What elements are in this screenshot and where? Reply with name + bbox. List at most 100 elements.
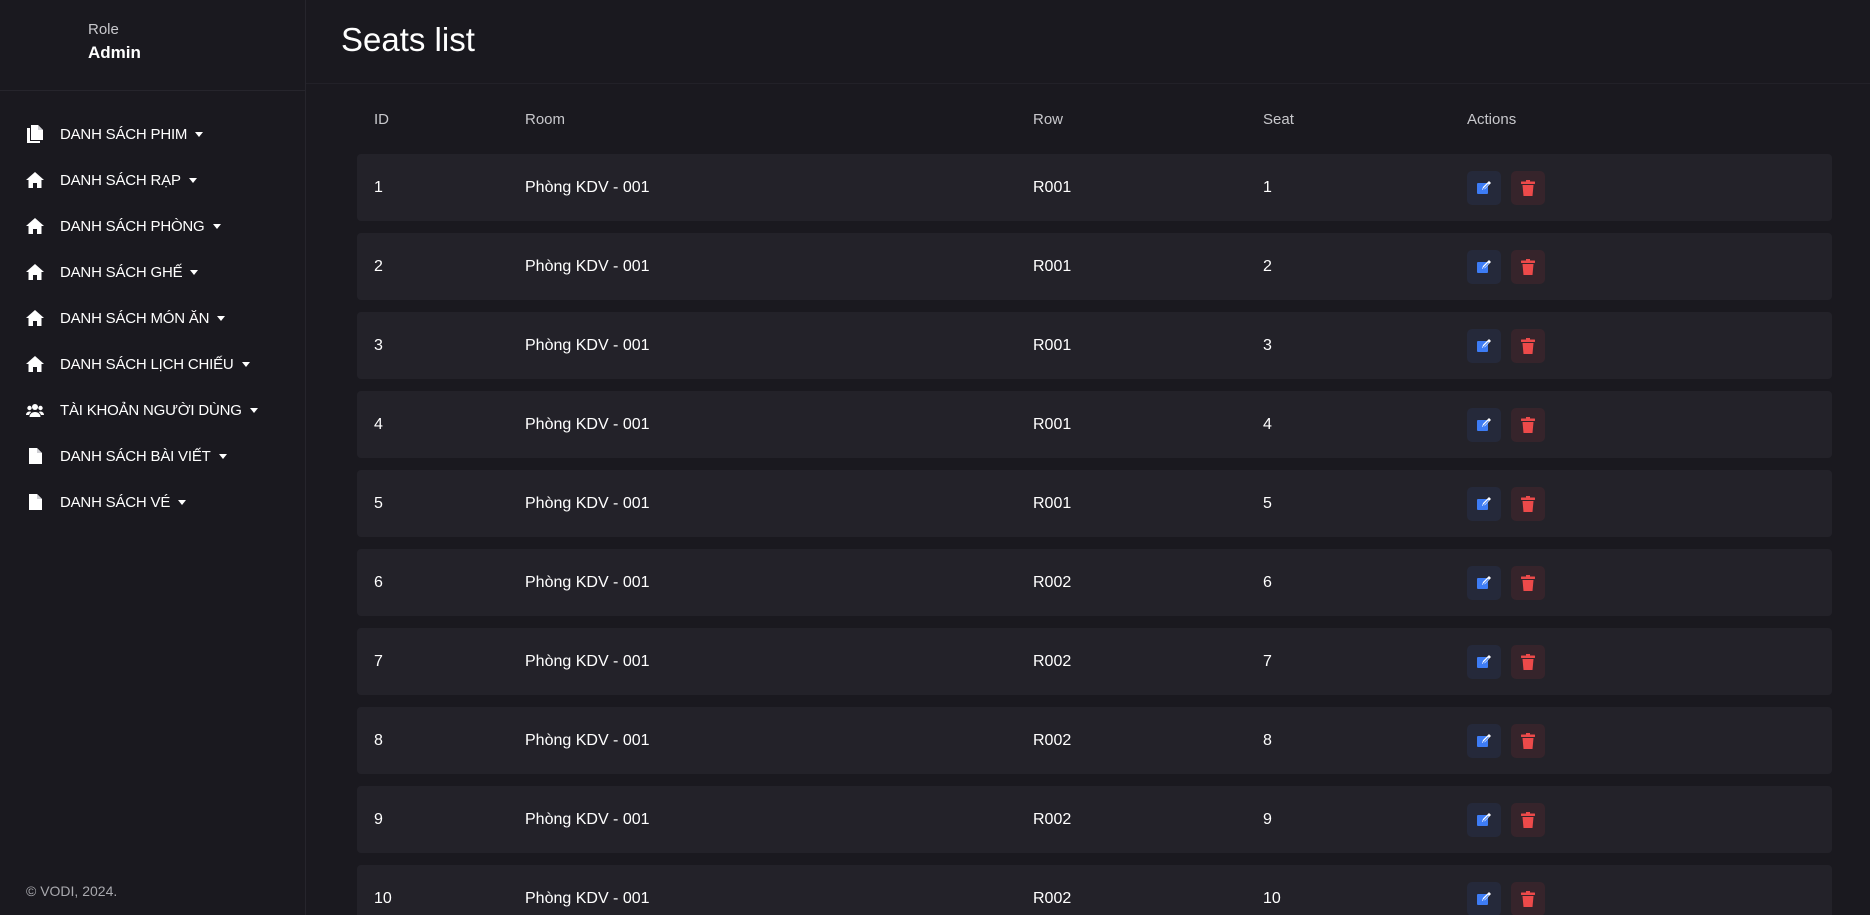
edit-icon (1476, 259, 1492, 275)
sidebar-item[interactable]: DANH SÁCH MÓN ĂN (0, 295, 305, 341)
cell-row: R001 (1033, 494, 1072, 512)
header-seat: Seat (1263, 110, 1294, 128)
sidebar-item[interactable]: DANH SÁCH PHIM (0, 111, 305, 157)
edit-button[interactable] (1467, 170, 1501, 205)
cell-id: 5 (374, 494, 383, 512)
home-icon (25, 216, 45, 236)
cell-id: 8 (374, 731, 383, 749)
delete-button[interactable] (1511, 881, 1545, 915)
table-row: 10 Phòng KDV - 001 R002 10 (357, 865, 1832, 915)
caret-down-icon (249, 407, 258, 413)
copyright-footer: © VODI, 2024. (26, 883, 118, 899)
cell-seat: 3 (1263, 336, 1272, 354)
edit-button[interactable] (1467, 486, 1501, 521)
sidebar-item-label: DANH SÁCH PHÒNG (60, 217, 205, 235)
sidebar-item-label: DANH SÁCH PHIM (60, 125, 188, 143)
sidebar-item-label: TÀI KHOẢN NGƯỜI DÙNG (60, 401, 242, 419)
role-name: Admin (88, 43, 141, 62)
cell-actions (1467, 644, 1832, 679)
cell-seat: 1 (1263, 178, 1272, 196)
sidebar-nav: DANH SÁCH PHIM DANH SÁCH RẠP DANH SÁCH PHÒ… (0, 91, 305, 525)
cell-row: R002 (1033, 731, 1072, 749)
page-header: Seats list (306, 0, 1870, 84)
seats-table: ID Room Row Seat Actions 1 Phòng KDV - 00… (306, 84, 1870, 915)
delete-button[interactable] (1511, 249, 1545, 284)
delete-button[interactable] (1511, 407, 1545, 442)
cell-row: R002 (1033, 889, 1072, 907)
edit-button[interactable] (1467, 881, 1501, 915)
cell-seat: 7 (1263, 652, 1272, 670)
delete-button[interactable] (1511, 170, 1545, 205)
sidebar-item-label: DANH SÁCH GHẾ (60, 263, 183, 281)
main-content: Seats list ID Room Row Seat Actions 1 Phò… (306, 0, 1870, 915)
edit-button[interactable] (1467, 249, 1501, 284)
cell-id: 1 (374, 178, 383, 196)
delete-button[interactable] (1511, 328, 1545, 363)
page-title: Seats list (341, 21, 475, 58)
role-caption: Role (88, 21, 119, 38)
edit-button[interactable] (1467, 407, 1501, 442)
table-row: 9 Phòng KDV - 001 R002 9 (357, 786, 1832, 853)
cell-id: 9 (374, 810, 383, 828)
edit-button[interactable] (1467, 802, 1501, 837)
edit-icon (1476, 733, 1492, 749)
caret-down-icon (190, 269, 199, 275)
edit-icon (1476, 812, 1492, 828)
trash-icon (1521, 495, 1535, 512)
edit-icon (1476, 417, 1492, 433)
sidebar-item-label: DANH SÁCH VÉ (60, 493, 171, 511)
sidebar-item-label: DANH SÁCH BÀI VIẾT (60, 447, 211, 465)
trash-icon (1521, 416, 1535, 433)
sidebar-item[interactable]: DANH SÁCH PHÒNG (0, 203, 305, 249)
table-row: 7 Phòng KDV - 001 R002 7 (357, 628, 1832, 695)
cell-room: Phòng KDV - 001 (525, 731, 650, 749)
cell-row: R002 (1033, 573, 1072, 591)
cell-actions (1467, 328, 1832, 363)
cell-id: 4 (374, 415, 383, 433)
edit-icon (1476, 891, 1492, 907)
sidebar-item[interactable]: DANH SÁCH RẠP (0, 157, 305, 203)
sidebar-item[interactable]: DANH SÁCH LỊCH CHIẾU (0, 341, 305, 387)
table-row: 8 Phòng KDV - 001 R002 8 (357, 707, 1832, 774)
table-row: 2 Phòng KDV - 001 R001 2 (357, 233, 1832, 300)
cell-actions (1467, 881, 1832, 915)
cell-room: Phòng KDV - 001 (525, 652, 650, 670)
cell-seat: 2 (1263, 257, 1272, 275)
cell-seat: 4 (1263, 415, 1272, 433)
edit-button[interactable] (1467, 565, 1501, 600)
cell-id: 3 (374, 336, 383, 354)
cell-row: R002 (1033, 810, 1072, 828)
caret-down-icon (217, 315, 226, 321)
caret-down-icon (212, 223, 221, 229)
edit-button[interactable] (1467, 328, 1501, 363)
header-room: Room (525, 110, 566, 128)
cell-row: R001 (1033, 178, 1072, 196)
cell-actions (1467, 170, 1832, 205)
cell-id: 10 (374, 889, 392, 907)
app-root: Role Admin DANH SÁCH PHIM DANH SÁCH RẠP DA… (0, 0, 1870, 915)
home-icon (25, 262, 45, 282)
sidebar-item[interactable]: TÀI KHOẢN NGƯỜI DÙNG (0, 387, 305, 433)
trash-icon (1521, 337, 1535, 354)
delete-button[interactable] (1511, 723, 1545, 758)
table-row: 6 Phòng KDV - 001 R002 6 (357, 549, 1832, 616)
table-body: 1 Phòng KDV - 001 R001 1 2 Phòng KDV - 001 R00… (357, 154, 1832, 915)
cell-room: Phòng KDV - 001 (525, 810, 650, 828)
table-row: 4 Phòng KDV - 001 R001 4 (357, 391, 1832, 458)
delete-button[interactable] (1511, 802, 1545, 837)
sidebar-item[interactable]: DANH SÁCH BÀI VIẾT (0, 433, 305, 479)
edit-button[interactable] (1467, 723, 1501, 758)
edit-button[interactable] (1467, 644, 1501, 679)
trash-icon (1521, 732, 1535, 749)
cell-room: Phòng KDV - 001 (525, 573, 650, 591)
delete-button[interactable] (1511, 644, 1545, 679)
sidebar-item[interactable]: DANH SÁCH VÉ (0, 479, 305, 525)
table-header: ID Room Row Seat Actions (357, 84, 1832, 154)
sidebar-item-label: DANH SÁCH LỊCH CHIẾU (60, 355, 234, 373)
cell-actions (1467, 723, 1832, 758)
delete-button[interactable] (1511, 486, 1545, 521)
sidebar-item[interactable]: DANH SÁCH GHẾ (0, 249, 305, 295)
delete-button[interactable] (1511, 565, 1545, 600)
cell-id: 6 (374, 573, 383, 591)
edit-icon (1476, 338, 1492, 354)
